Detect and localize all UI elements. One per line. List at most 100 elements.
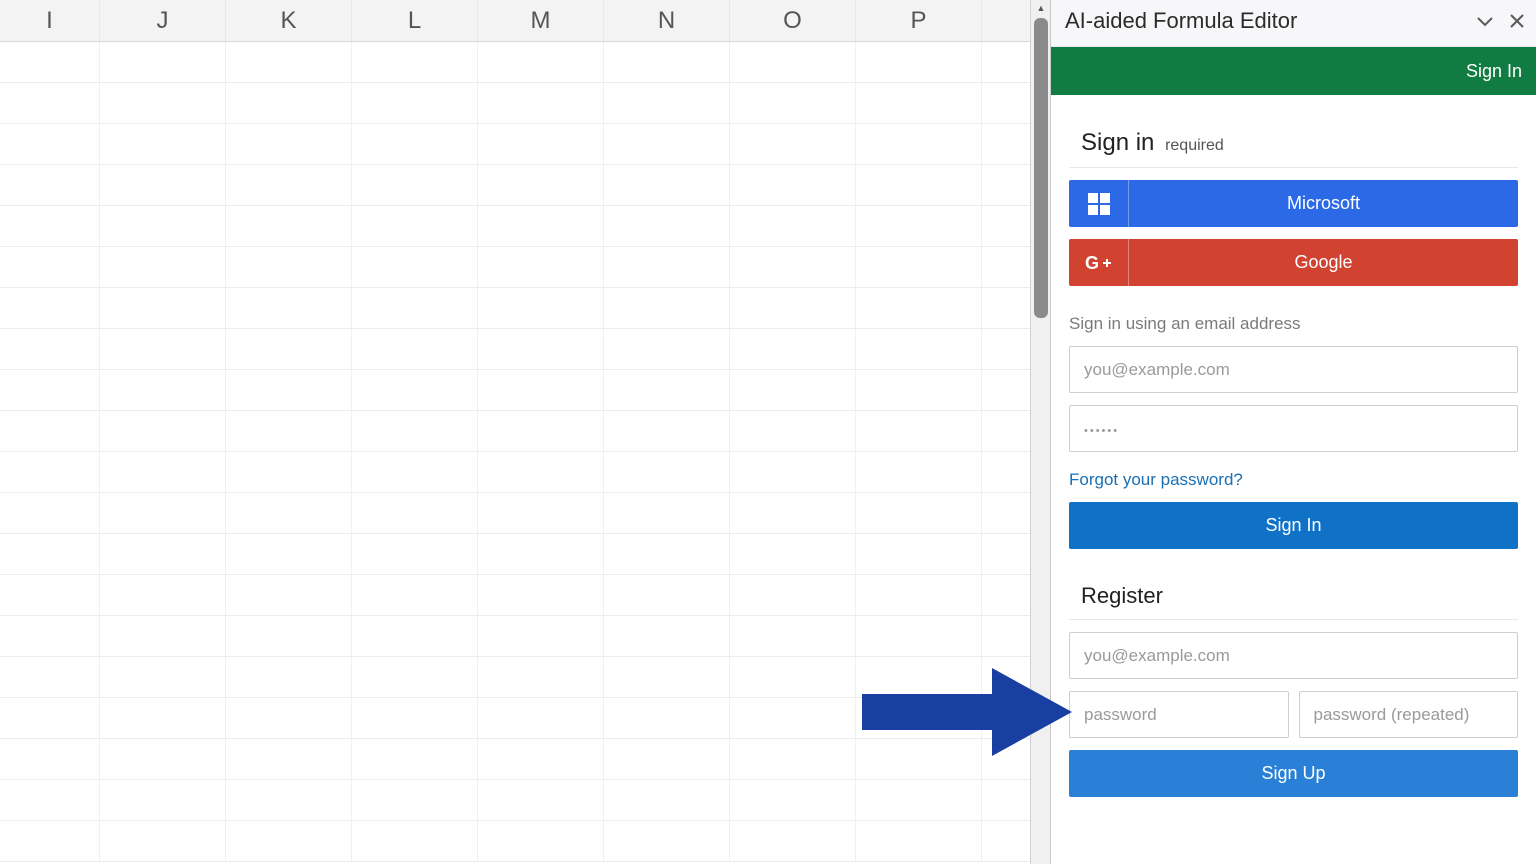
grid-cell[interactable] <box>730 657 856 697</box>
grid-cell[interactable] <box>352 411 478 451</box>
grid-cell[interactable] <box>478 247 604 287</box>
grid-cell[interactable] <box>352 534 478 574</box>
signup-submit-button[interactable]: Sign Up <box>1069 750 1518 797</box>
grid-cell[interactable] <box>730 739 856 779</box>
grid-cell[interactable] <box>478 83 604 123</box>
grid-cell[interactable] <box>478 370 604 410</box>
grid-cell[interactable] <box>352 575 478 615</box>
grid-cell[interactable] <box>352 657 478 697</box>
grid-cell[interactable] <box>226 657 352 697</box>
grid-cell[interactable] <box>352 329 478 369</box>
grid-cell[interactable] <box>100 329 226 369</box>
grid-cell[interactable] <box>226 370 352 410</box>
grid-cell[interactable] <box>226 575 352 615</box>
grid-cell[interactable] <box>604 493 730 533</box>
grid-cell[interactable] <box>730 575 856 615</box>
collapse-icon[interactable] <box>1476 15 1494 27</box>
column-header[interactable]: M <box>478 0 604 41</box>
grid-cell[interactable] <box>352 206 478 246</box>
forgot-password-link[interactable]: Forgot your password? <box>1069 470 1243 490</box>
signin-password-input[interactable] <box>1069 405 1518 452</box>
grid-cell[interactable] <box>604 616 730 656</box>
signin-microsoft-button[interactable]: Microsoft <box>1069 180 1518 227</box>
grid-cell[interactable] <box>352 780 478 820</box>
register-email-input[interactable] <box>1069 632 1518 679</box>
grid-cell[interactable] <box>856 534 982 574</box>
grid-cell[interactable] <box>0 329 100 369</box>
grid-cell[interactable] <box>478 575 604 615</box>
signin-google-button[interactable]: G Google <box>1069 239 1518 286</box>
grid-cell[interactable] <box>0 493 100 533</box>
register-password-input[interactable] <box>1069 691 1289 738</box>
grid-cell[interactable] <box>856 124 982 164</box>
grid-cell[interactable] <box>730 411 856 451</box>
grid-cell[interactable] <box>226 534 352 574</box>
grid-cell[interactable] <box>730 616 856 656</box>
column-header[interactable]: O <box>730 0 856 41</box>
grid-cell[interactable] <box>730 42 856 82</box>
grid-cell[interactable] <box>100 206 226 246</box>
grid-cell[interactable] <box>478 452 604 492</box>
grid-cell[interactable] <box>730 165 856 205</box>
grid-cell[interactable] <box>604 329 730 369</box>
grid-cell[interactable] <box>478 288 604 328</box>
grid-cell[interactable] <box>856 329 982 369</box>
grid-cell[interactable] <box>100 575 226 615</box>
grid-cell[interactable] <box>730 493 856 533</box>
grid-cell[interactable] <box>352 42 478 82</box>
grid-cell[interactable] <box>730 124 856 164</box>
grid-cell[interactable] <box>604 657 730 697</box>
grid-cell[interactable] <box>226 739 352 779</box>
column-header[interactable]: I <box>0 0 100 41</box>
grid-cell[interactable] <box>100 42 226 82</box>
grid-cell[interactable] <box>856 575 982 615</box>
grid-cell[interactable] <box>856 821 982 861</box>
grid-cell[interactable] <box>352 698 478 738</box>
grid-cell[interactable] <box>730 206 856 246</box>
grid-cell[interactable] <box>0 42 100 82</box>
grid-cell[interactable] <box>0 206 100 246</box>
grid-cell[interactable] <box>730 247 856 287</box>
column-header[interactable]: J <box>100 0 226 41</box>
column-header[interactable]: N <box>604 0 730 41</box>
grid-cell[interactable] <box>226 288 352 328</box>
grid-cell[interactable] <box>226 411 352 451</box>
grid-cell[interactable] <box>100 821 226 861</box>
tab-signin[interactable]: Sign In <box>1466 61 1522 82</box>
grid-cell[interactable] <box>856 247 982 287</box>
grid-cell[interactable] <box>604 411 730 451</box>
grid-cell[interactable] <box>856 411 982 451</box>
grid-cell[interactable] <box>100 247 226 287</box>
grid-cell[interactable] <box>100 411 226 451</box>
grid-cell[interactable] <box>100 452 226 492</box>
grid-cell[interactable] <box>100 124 226 164</box>
grid-cell[interactable] <box>100 370 226 410</box>
grid-cell[interactable] <box>604 534 730 574</box>
grid-cell[interactable] <box>856 452 982 492</box>
grid-cell[interactable] <box>730 821 856 861</box>
grid-cell[interactable] <box>478 698 604 738</box>
grid-cell[interactable] <box>604 739 730 779</box>
grid-cell[interactable] <box>226 821 352 861</box>
grid-cell[interactable] <box>478 206 604 246</box>
grid-cell[interactable] <box>100 698 226 738</box>
grid-cell[interactable] <box>730 534 856 574</box>
grid-cell[interactable] <box>352 452 478 492</box>
grid-cell[interactable] <box>352 739 478 779</box>
grid-cell[interactable] <box>100 83 226 123</box>
grid-cell[interactable] <box>352 370 478 410</box>
grid-cell[interactable] <box>604 165 730 205</box>
grid-cell[interactable] <box>352 616 478 656</box>
grid-cell[interactable] <box>856 370 982 410</box>
column-header[interactable]: K <box>226 0 352 41</box>
grid-cell[interactable] <box>226 124 352 164</box>
grid-cell[interactable] <box>478 657 604 697</box>
grid-cell[interactable] <box>730 288 856 328</box>
grid-cell[interactable] <box>478 739 604 779</box>
grid-cell[interactable] <box>100 288 226 328</box>
grid-cell[interactable] <box>478 165 604 205</box>
grid-cell[interactable] <box>856 83 982 123</box>
grid-cell[interactable] <box>604 42 730 82</box>
grid-cell[interactable] <box>0 124 100 164</box>
grid-cell[interactable] <box>226 247 352 287</box>
